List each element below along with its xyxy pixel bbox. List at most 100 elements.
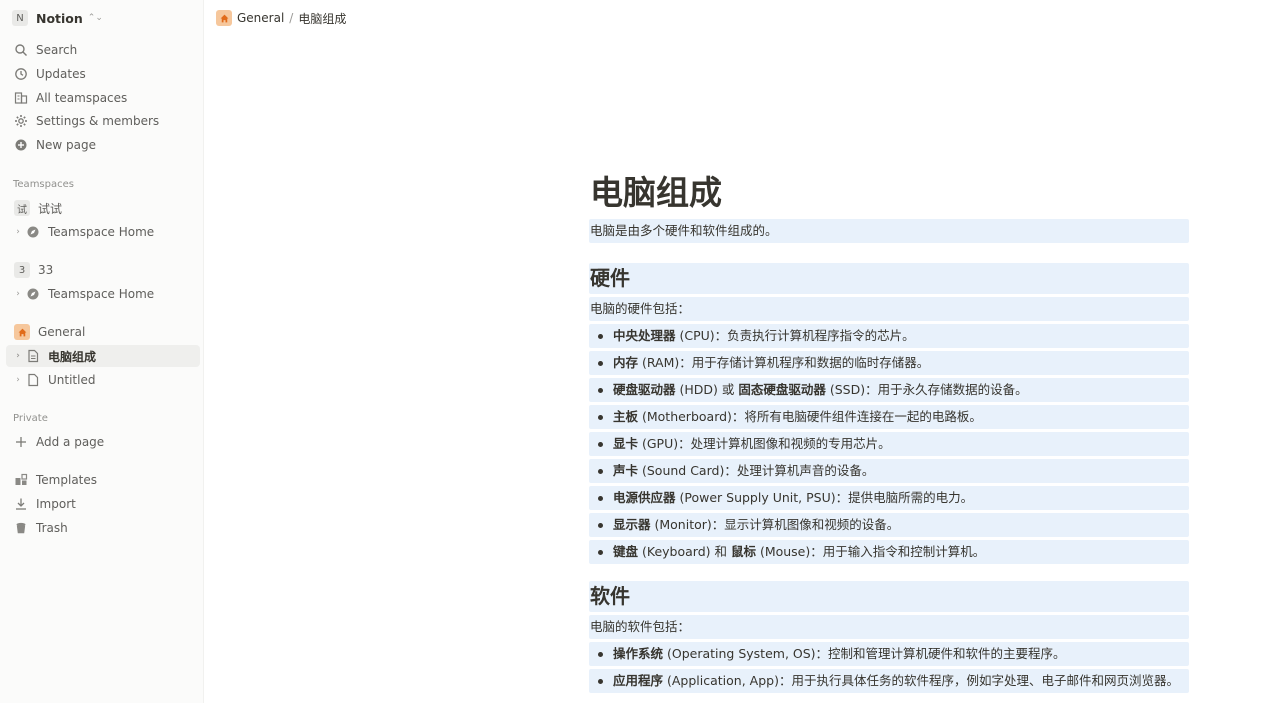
page-icon bbox=[26, 373, 40, 387]
list-item-text: (SSD)：用于永久存储数据的设备。 bbox=[825, 382, 1028, 397]
sidebar-item-teamspace-2[interactable]: 3 33 bbox=[6, 259, 200, 281]
sidebar-item-label: General bbox=[38, 325, 86, 339]
sidebar-item-teamspace-1-home[interactable]: › Teamspace Home bbox=[6, 221, 200, 243]
page-icon bbox=[26, 349, 40, 363]
sidebar-item-label: Search bbox=[36, 43, 78, 57]
sidebar: N Notion ⌃⌄ Search Updates All teamspace… bbox=[0, 0, 204, 703]
sidebar-item-updates[interactable]: Updates bbox=[6, 63, 200, 85]
plus-icon bbox=[14, 435, 28, 449]
list-item-term: 硬盘驱动器 bbox=[613, 382, 676, 397]
list-item-term: 应用程序 bbox=[613, 673, 664, 688]
search-icon bbox=[14, 43, 28, 57]
templates-icon bbox=[14, 473, 28, 487]
breadcrumb-separator: / bbox=[289, 11, 294, 25]
list-item[interactable]: 中央处理器 (CPU)：负责执行计算机程序指令的芯片。 bbox=[589, 324, 1189, 348]
sidebar-item-settings[interactable]: Settings & members bbox=[6, 110, 200, 132]
list-item-text: (Sound Card)：处理计算机声音的设备。 bbox=[638, 463, 875, 478]
breadcrumb-parent[interactable]: General bbox=[237, 11, 284, 25]
sidebar-item-teamspace-1[interactable]: 试 试试 bbox=[6, 197, 200, 219]
list-item-text: (Motherboard)：将所有电脑硬件组件连接在一起的电路板。 bbox=[638, 409, 982, 424]
list-item[interactable]: 主板 (Motherboard)：将所有电脑硬件组件连接在一起的电路板。 bbox=[589, 405, 1189, 429]
list-item-term: 中央处理器 bbox=[613, 328, 676, 343]
sidebar-item-teamspace-2-home[interactable]: › Teamspace Home bbox=[6, 283, 200, 305]
sidebar-item-label: 33 bbox=[38, 263, 54, 277]
list-item-text: (Mouse)：用于输入指令和控制计算机。 bbox=[755, 544, 986, 559]
list-item[interactable]: 操作系统 (Operating System, OS)：控制和管理计算机硬件和软… bbox=[589, 642, 1189, 666]
breadcrumb: General / 电脑组成 bbox=[216, 8, 346, 28]
list-item-term: 电源供应器 bbox=[613, 490, 676, 505]
heading-hardware[interactable]: 硬件 bbox=[589, 263, 1189, 294]
sidebar-item-trash[interactable]: Trash bbox=[6, 517, 200, 539]
plus-circle-icon bbox=[14, 138, 28, 152]
list-item-text: (GPU)：处理计算机图像和视频的专用芯片。 bbox=[638, 436, 891, 451]
list-item-text: (RAM)：用于存储计算机程序和数据的临时存储器。 bbox=[638, 355, 930, 370]
list-item[interactable]: 内存 (RAM)：用于存储计算机程序和数据的临时存储器。 bbox=[589, 351, 1189, 375]
list-item-text: (Monitor)：显示计算机图像和视频的设备。 bbox=[650, 517, 900, 532]
workspace-switcher[interactable]: N Notion ⌃⌄ bbox=[8, 7, 107, 29]
list-item-term: 显卡 bbox=[613, 436, 639, 451]
heading-software[interactable]: 软件 bbox=[589, 581, 1189, 612]
list-item-term: 操作系统 bbox=[613, 646, 664, 661]
hardware-lead[interactable]: 电脑的硬件包括： bbox=[589, 297, 1189, 321]
chevron-right-icon[interactable]: › bbox=[14, 375, 22, 385]
sidebar-item-page-untitled[interactable]: › Untitled bbox=[6, 369, 200, 391]
sidebar-item-label: 试试 bbox=[38, 201, 63, 216]
list-item[interactable]: 声卡 (Sound Card)：处理计算机声音的设备。 bbox=[589, 459, 1189, 483]
sidebar-item-search[interactable]: Search bbox=[6, 39, 200, 61]
list-item[interactable]: 电源供应器 (Power Supply Unit, PSU)：提供电脑所需的电力… bbox=[589, 486, 1189, 510]
list-item-text: (Operating System, OS)：控制和管理计算机硬件和软件的主要程… bbox=[663, 646, 1066, 661]
chevron-up-down-icon: ⌃⌄ bbox=[87, 13, 103, 23]
software-lead[interactable]: 电脑的软件包括： bbox=[589, 615, 1189, 639]
list-item-term: 内存 bbox=[613, 355, 639, 370]
software-list: 操作系统 (Operating System, OS)：控制和管理计算机硬件和软… bbox=[589, 642, 1189, 693]
list-item[interactable]: 键盘 (Keyboard) 和 鼠标 (Mouse)：用于输入指令和控制计算机。 bbox=[589, 540, 1189, 564]
sidebar-item-new-page[interactable]: New page bbox=[6, 134, 200, 156]
list-item-term: 主板 bbox=[613, 409, 639, 424]
hardware-list: 中央处理器 (CPU)：负责执行计算机程序指令的芯片。 内存 (RAM)：用于存储… bbox=[589, 324, 1189, 564]
sidebar-item-label: Trash bbox=[36, 521, 68, 535]
list-item-text: (Keyboard) 和 bbox=[638, 544, 731, 559]
sidebar-item-label: Import bbox=[36, 497, 76, 511]
gear-icon bbox=[14, 114, 28, 128]
list-item-term: 声卡 bbox=[613, 463, 639, 478]
home-icon bbox=[216, 10, 232, 26]
page-title[interactable]: 电脑组成 bbox=[589, 170, 1189, 216]
sidebar-item-page-current[interactable]: › 电脑组成 bbox=[6, 345, 200, 367]
compass-icon bbox=[26, 225, 40, 239]
chevron-right-icon[interactable]: › bbox=[14, 227, 22, 237]
trash-icon bbox=[14, 521, 28, 535]
intro-paragraph[interactable]: 电脑是由多个硬件和软件组成的。 bbox=[589, 219, 1189, 243]
list-item-text: (CPU)：负责执行计算机程序指令的芯片。 bbox=[675, 328, 915, 343]
home-icon bbox=[14, 324, 30, 340]
sidebar-item-all-teamspaces[interactable]: All teamspaces bbox=[6, 87, 200, 109]
breadcrumb-current[interactable]: 电脑组成 bbox=[298, 10, 346, 27]
list-item[interactable]: 应用程序 (Application, App)：用于执行具体任务的软件程序，例如… bbox=[589, 669, 1189, 693]
teamspace-badge: 3 bbox=[14, 262, 30, 278]
sidebar-item-general[interactable]: General bbox=[6, 321, 200, 343]
compass-icon bbox=[26, 287, 40, 301]
sidebar-item-label: Untitled bbox=[48, 373, 96, 387]
sidebar-item-add-page[interactable]: Add a page bbox=[6, 431, 200, 453]
list-item[interactable]: 硬盘驱动器 (HDD) 或 固态硬盘驱动器 (SSD)：用于永久存储数据的设备。 bbox=[589, 378, 1189, 402]
list-item-term: 显示器 bbox=[613, 517, 651, 532]
sidebar-item-label: New page bbox=[36, 138, 96, 152]
teamspace-badge: 试 bbox=[14, 200, 30, 216]
sidebar-item-templates[interactable]: Templates bbox=[6, 469, 200, 491]
download-icon bbox=[14, 497, 28, 511]
sidebar-item-label: Settings & members bbox=[36, 114, 160, 128]
list-item[interactable]: 显卡 (GPU)：处理计算机图像和视频的专用芯片。 bbox=[589, 432, 1189, 456]
sidebar-item-label: All teamspaces bbox=[36, 91, 128, 105]
sidebar-item-label: Updates bbox=[36, 67, 86, 81]
sidebar-item-import[interactable]: Import bbox=[6, 493, 200, 515]
main-content: General / 电脑组成 电脑组成 电脑是由多个硬件和软件组成的。 硬件 电… bbox=[204, 0, 1268, 703]
app-window: N Notion ⌃⌄ Search Updates All teamspace… bbox=[0, 0, 1268, 703]
section-label-teamspaces: Teamspaces bbox=[13, 179, 74, 190]
list-item-text: (Application, App)：用于执行具体任务的软件程序，例如字处理、电… bbox=[663, 673, 1179, 688]
list-item[interactable]: 显示器 (Monitor)：显示计算机图像和视频的设备。 bbox=[589, 513, 1189, 537]
sidebar-item-label: Teamspace Home bbox=[48, 225, 155, 239]
chevron-right-icon[interactable]: › bbox=[14, 289, 22, 299]
sidebar-item-label: 电脑组成 bbox=[48, 349, 97, 364]
list-item-text: (HDD) 或 bbox=[675, 382, 739, 397]
chevron-right-icon[interactable]: › bbox=[14, 351, 22, 361]
list-item-term: 鼠标 bbox=[730, 544, 756, 559]
